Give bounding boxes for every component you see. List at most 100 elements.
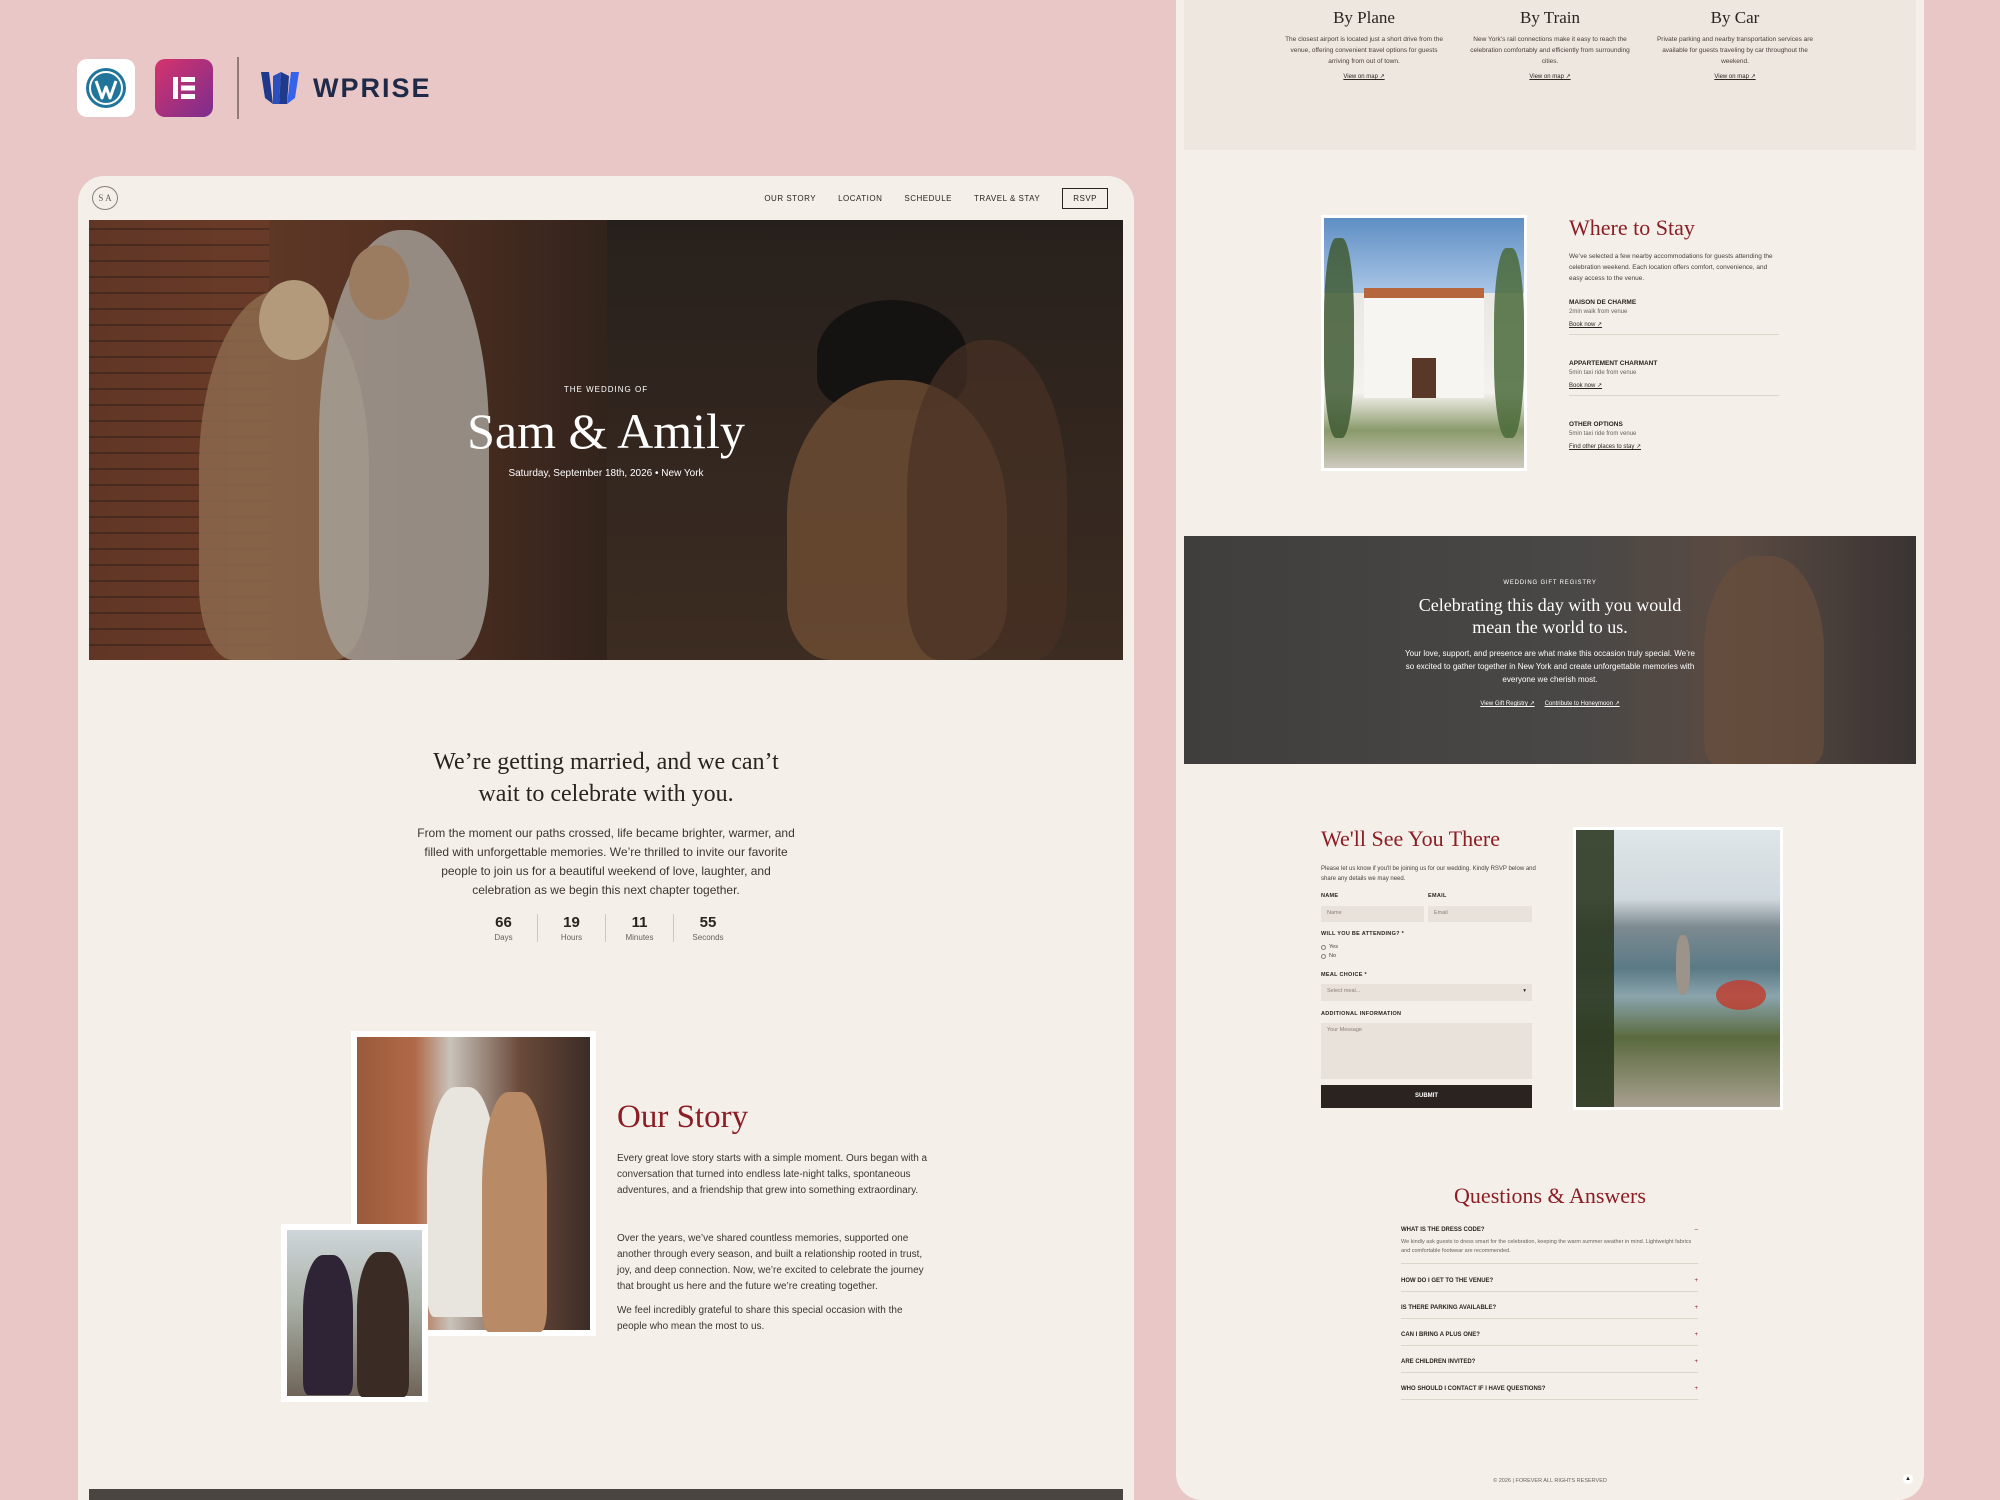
wordpress-logo-icon — [77, 59, 135, 117]
travel-title: By Train — [1520, 8, 1580, 27]
name-label: NAME — [1321, 893, 1339, 899]
book-now-link[interactable]: Book now ↗ — [1569, 382, 1779, 389]
submit-button[interactable]: SUBMIT — [1321, 1085, 1532, 1108]
intro-heading: We’re getting married, and we can’t wait… — [78, 746, 1134, 810]
countdown-value: 55 — [699, 914, 717, 931]
stay-item-distance: 2min walk from venue — [1569, 309, 1628, 315]
faq-item[interactable]: HOW DO I GET TO THE VENUE? + — [1401, 1273, 1698, 1292]
view-on-map-link[interactable]: View on map ↗ — [1655, 73, 1815, 80]
view-on-map-link[interactable]: View on map ↗ — [1284, 73, 1444, 80]
faq-item[interactable]: ARE CHILDREN INVITED? + — [1401, 1354, 1698, 1373]
book-now-link[interactable]: Book now ↗ — [1569, 321, 1779, 328]
attending-yes-radio[interactable]: Yes — [1321, 944, 1338, 950]
gift-registry-banner: WEDDING GIFT REGISTRY Celebrating this d… — [1184, 536, 1916, 764]
countdown-label: Minutes — [625, 933, 654, 942]
attending-no-radio[interactable]: No — [1321, 953, 1336, 959]
countdown: 66 Days 19 Hours 11 Minutes 55 Seconds — [78, 914, 1134, 942]
countdown-hours: 19 Hours — [538, 914, 606, 942]
intro-body: From the moment our paths crossed, life … — [417, 826, 795, 897]
countdown-label: Days — [494, 933, 513, 942]
rsvp-intro: Please let us know if you'll be joining … — [1321, 866, 1536, 882]
countdown-value: 66 — [495, 914, 512, 931]
gift-heading-line2: mean the world to us. — [1472, 617, 1628, 637]
story-paragraph-2: Over the years, we’ve shared countless m… — [617, 1233, 924, 1292]
nav-link-travel-stay[interactable]: TRAVEL & STAY — [974, 194, 1040, 203]
gift-links: View Gift Registry ↗ Contribute to Honey… — [1184, 700, 1916, 707]
countdown-minutes: 11 Minutes — [606, 914, 674, 942]
email-field[interactable]: Email — [1428, 906, 1532, 922]
hero-kicker: THE WEDDING OF — [563, 385, 649, 394]
travel-text: New York’s rail connections make it easy… — [1470, 36, 1630, 65]
nav-link-our-story[interactable]: OUR STORY — [764, 194, 816, 203]
travel-text: Private parking and nearby transportatio… — [1656, 36, 1814, 65]
plus-icon: + — [1694, 1386, 1698, 1392]
stay-item-name: OTHER OPTIONS — [1569, 421, 1623, 428]
intro-heading-line1: We’re getting married, and we can’t — [433, 749, 779, 775]
scroll-to-top-icon[interactable]: ▲ — [1903, 1474, 1913, 1484]
wprise-mark-icon — [261, 72, 299, 104]
info-label: ADDITIONAL INFORMATION — [1321, 1011, 1402, 1017]
travel-section: By Plane The closest airport is located … — [1184, 0, 1916, 150]
faq-answer: We kindly ask guests to dress smart for … — [1401, 1239, 1692, 1254]
right-page-preview: By Plane The closest airport is located … — [1176, 0, 1924, 1500]
wprise-logo: WPRISE — [259, 68, 432, 108]
chevron-down-icon: ▾ — [1523, 988, 1526, 994]
faq-question: CAN I BRING A PLUS ONE? — [1401, 1332, 1480, 1338]
gift-heading: Celebrating this day with you would mean… — [1184, 594, 1916, 638]
stay-item: MAISON DE CHARME 2min walk from venue Bo… — [1569, 299, 1779, 335]
find-other-places-link[interactable]: Find other places to stay ↗ — [1569, 443, 1779, 450]
view-gift-registry-link[interactable]: View Gift Registry ↗ — [1480, 700, 1534, 707]
stay-item-name: MAISON DE CHARME — [1569, 299, 1637, 306]
nav-link-location[interactable]: LOCATION — [838, 194, 882, 203]
faq-item-open[interactable]: WHAT IS THE DRESS CODE? – We kindly ask g… — [1401, 1222, 1698, 1264]
gift-heading-line1: Celebrating this day with you would — [1418, 595, 1682, 615]
plus-icon: + — [1694, 1359, 1698, 1365]
hero-title: Sam & Amily — [467, 403, 745, 459]
next-section-strip — [89, 1489, 1123, 1500]
faq-item[interactable]: IS THERE PARKING AVAILABLE? + — [1401, 1300, 1698, 1319]
faq-question: ARE CHILDREN INVITED? — [1401, 1359, 1476, 1365]
faq-question: WHAT IS THE DRESS CODE? — [1401, 1227, 1485, 1233]
stay-item-name: APPARTEMENT CHARMANT — [1569, 360, 1658, 367]
faq-question: IS THERE PARKING AVAILABLE? — [1401, 1305, 1497, 1311]
faq-item[interactable]: WHO SHOULD I CONTACT IF I HAVE QUESTIONS… — [1401, 1381, 1698, 1400]
top-nav: S A OUR STORY LOCATION SCHEDULE TRAVEL &… — [78, 176, 1134, 220]
travel-title: By Plane — [1333, 8, 1395, 27]
stay-item-distance: 5min taxi ride from venue — [1569, 370, 1637, 376]
radio-label: No — [1329, 953, 1337, 959]
elementor-logo-icon — [155, 59, 213, 117]
wprise-wordmark: WPRISE — [313, 72, 432, 103]
meal-select-value: Select meal... — [1327, 988, 1361, 994]
nav-rsvp-button[interactable]: RSVP — [1062, 188, 1108, 209]
lake-photo — [1573, 827, 1783, 1110]
radio-label: Yes — [1329, 944, 1338, 950]
plus-icon: + — [1694, 1332, 1698, 1338]
travel-text: The closest airport is located just a sh… — [1285, 36, 1443, 65]
monogram-logo[interactable]: S A — [92, 186, 118, 210]
hero-text: THE WEDDING OF Sam & Amily Saturday, Sep… — [89, 385, 1123, 479]
faq-question: WHO SHOULD I CONTACT IF I HAVE QUESTIONS… — [1401, 1386, 1546, 1392]
meal-select[interactable]: Select meal... ▾ — [1321, 984, 1532, 1001]
stay-item: OTHER OPTIONS 5min taxi ride from venue … — [1569, 421, 1779, 456]
nav-link-schedule[interactable]: SCHEDULE — [904, 194, 952, 203]
gift-body: Your love, support, and presence are wha… — [1405, 649, 1695, 684]
view-on-map-link[interactable]: View on map ↗ — [1470, 73, 1630, 80]
stay-heading: Where to Stay — [1569, 215, 1695, 240]
brand-row: WPRISE — [77, 57, 432, 119]
intro-heading-line2: wait to celebrate with you. — [478, 781, 734, 807]
name-field[interactable]: Name — [1321, 906, 1424, 922]
meal-label: MEAL CHOICE * — [1321, 972, 1367, 978]
story-photo-small — [281, 1224, 428, 1402]
faq-item[interactable]: CAN I BRING A PLUS ONE? + — [1401, 1327, 1698, 1346]
attending-label: WILL YOU BE ATTENDING? * — [1321, 931, 1405, 937]
rsvp-heading: We'll See You There — [1321, 826, 1500, 851]
travel-by-car: By Car Private parking and nearby transp… — [1655, 8, 1815, 80]
travel-by-plane: By Plane The closest airport is located … — [1284, 8, 1444, 80]
story-paragraph-3: We feel incredibly grateful to share thi… — [617, 1305, 903, 1332]
villa-photo — [1321, 215, 1527, 471]
countdown-days: 66 Days — [470, 914, 538, 942]
email-label: EMAIL — [1428, 893, 1447, 899]
message-textarea[interactable]: Your Message — [1321, 1023, 1532, 1079]
minus-icon: – — [1694, 1227, 1698, 1233]
contribute-honeymoon-link[interactable]: Contribute to Honeymoon ↗ — [1545, 700, 1620, 707]
